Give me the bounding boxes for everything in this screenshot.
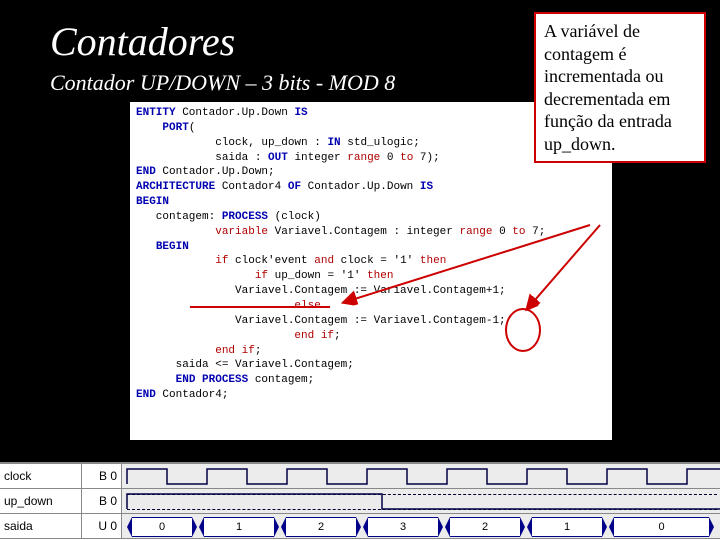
saida-val: 2 (286, 517, 356, 537)
wf-signal-name: clock (0, 464, 82, 489)
slide-title: Contadores (50, 18, 235, 65)
callout-box: A variável de contagem é incrementada ou… (534, 12, 706, 163)
wf-signal-type: B 0 (82, 489, 122, 514)
wf-signal-name: up_down (0, 489, 82, 514)
waveform-panel: clock B 0 up_down B 0 saida U 0 0 1 2 3 … (0, 462, 720, 540)
wf-signal-type: B 0 (82, 464, 122, 489)
wf-signal-name: saida (0, 514, 82, 539)
saida-val: 0 (614, 517, 709, 537)
wf-saida-wave: 0 1 2 3 2 1 0 (122, 514, 720, 539)
saida-val: 3 (368, 517, 438, 537)
saida-val: 0 (132, 517, 192, 537)
saida-val: 2 (450, 517, 520, 537)
slide-subtitle: Contador UP/DOWN – 3 bits - MOD 8 (50, 70, 395, 96)
wf-clock-wave (122, 464, 720, 489)
wf-updown-wave (122, 489, 720, 514)
saida-val: 1 (204, 517, 274, 537)
saida-val: 1 (532, 517, 602, 537)
wf-signal-type: U 0 (82, 514, 122, 539)
